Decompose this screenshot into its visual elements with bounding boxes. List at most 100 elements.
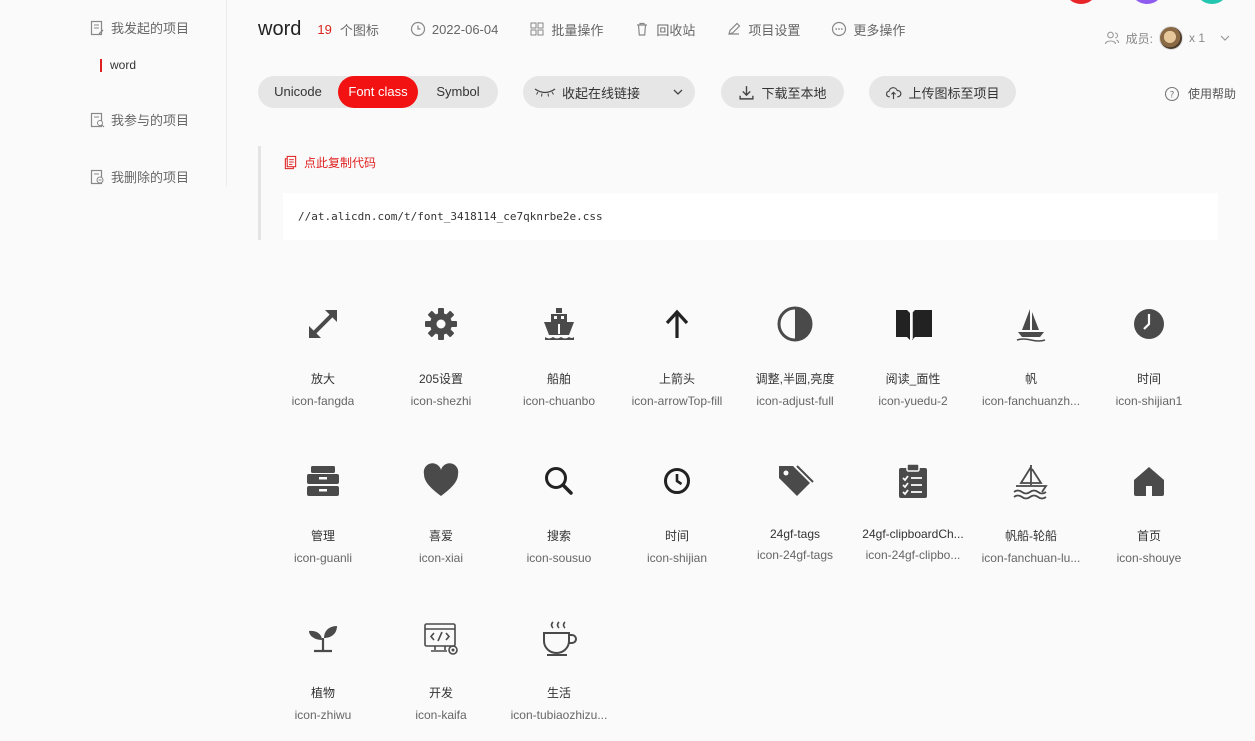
heart-icon [423, 463, 459, 496]
icon-name: 喜爱 [428, 529, 453, 543]
icon-card[interactable]: 船舶 icon-chuanbo [500, 296, 618, 453]
icon-class: icon-kaifa [415, 708, 467, 722]
icon-name: 阅读_面性 [885, 372, 941, 386]
icon-class: icon-shijian1 [1115, 394, 1183, 408]
chevron-down-icon [673, 89, 683, 95]
help-label: 使用帮助 [1187, 87, 1236, 101]
decor-circle-purple [1132, 0, 1162, 4]
book-icon [896, 310, 932, 340]
icon-card[interactable]: 管理 icon-guanli [264, 453, 382, 610]
icon-grid: 放大 icon-fangda 205设置 icon-shezhi 船舶 icon… [264, 296, 1208, 741]
css-link-code[interactable]: //at.alicdn.com/t/font_3418114_ce7qknrbe… [283, 193, 1218, 240]
clock-filled-icon [1134, 309, 1164, 339]
icon-class: icon-shijian [646, 551, 708, 565]
icon-card[interactable]: 调整,半圆,亮度 icon-adjust-full [736, 296, 854, 453]
document-search-icon [90, 112, 105, 127]
icon-card[interactable]: 上箭头 icon-arrowTop-fill [618, 296, 736, 453]
icon-class: icon-zhiwu [294, 708, 352, 722]
icon-class: icon-yuedu-2 [878, 394, 948, 408]
icon-card[interactable]: 放大 icon-fangda [264, 296, 382, 453]
icon-class: icon-shezhi [410, 394, 472, 408]
search-icon [545, 467, 573, 495]
icon-card[interactable]: 帆 icon-fanchuanzh... [972, 296, 1090, 453]
download-icon [739, 85, 755, 100]
icon-class: icon-chuanbo [522, 394, 596, 408]
created-date: 2022-06-04 [410, 21, 498, 37]
icon-name: 时间 [1136, 372, 1161, 386]
icon-count-label: 个图标 [339, 22, 379, 38]
icon-class: icon-arrowTop-fill [631, 394, 723, 408]
sailboat-icon [1016, 309, 1046, 342]
icon-class: icon-tubiaozhizu... [510, 708, 608, 722]
tab-symbol[interactable]: Symbol [418, 76, 498, 108]
clock-outline-icon [664, 468, 690, 494]
settings-button[interactable]: 项目设置 [726, 20, 800, 39]
help-link[interactable]: ? 使用帮助 [1164, 85, 1236, 102]
sidebar-item-deleted-projects[interactable]: 我删除的项目 [89, 167, 189, 186]
sidebar-item-label: 我参与的项目 [111, 113, 190, 128]
format-tabs: Unicode Font class Symbol [258, 76, 498, 108]
decor-circle-teal [1197, 0, 1227, 4]
icon-class: icon-24gf-clipbo... [865, 548, 961, 562]
pencil-icon [728, 22, 741, 35]
batch-button[interactable]: 批量操作 [529, 20, 603, 39]
document-edit-icon [90, 20, 104, 35]
recycle-label: 回收站 [656, 22, 696, 38]
icon-name: 生活 [546, 686, 571, 700]
icon-card[interactable]: 205设置 icon-shezhi [382, 296, 500, 453]
tab-font-class[interactable]: Font class [338, 76, 418, 108]
member-label: 成员: [1125, 31, 1153, 46]
icon-class: icon-adjust-full [756, 394, 834, 408]
active-indicator [100, 58, 102, 72]
batch-label: 批量操作 [551, 22, 604, 38]
upload-button[interactable]: 上传图标至项目 [869, 76, 1016, 108]
tab-unicode[interactable]: Unicode [258, 76, 338, 108]
icon-class: icon-fanchuan-lu... [981, 551, 1081, 565]
icon-card[interactable]: 喜爱 icon-xiai [382, 453, 500, 610]
icon-card[interactable]: 24gf-clipboardCh... icon-24gf-clipbo... [854, 453, 972, 610]
icon-class: icon-24gf-tags [756, 548, 834, 562]
gear-icon [425, 308, 457, 340]
icon-name: 调整,半圆,亮度 [755, 372, 835, 386]
icon-class: icon-fangda [291, 394, 355, 408]
tag-icon [779, 465, 814, 496]
more-button[interactable]: 更多操作 [831, 20, 905, 39]
icon-card[interactable]: 时间 icon-shijian1 [1090, 296, 1208, 453]
download-button[interactable]: 下载至本地 [721, 76, 844, 108]
icon-name: 管理 [310, 529, 335, 543]
sidebar-item-my-projects[interactable]: 我发起的项目 [89, 18, 189, 37]
icon-card[interactable]: 植物 icon-zhiwu [264, 610, 382, 741]
recycle-button[interactable]: 回收站 [634, 20, 695, 39]
icon-name: 植物 [310, 686, 335, 700]
upload-label: 上传图标至项目 [908, 85, 1000, 101]
icon-card[interactable]: 24gf-tags icon-24gf-tags [736, 453, 854, 610]
icon-card[interactable]: 搜索 icon-sousuo [500, 453, 618, 610]
member-count: x 1 [1188, 31, 1205, 45]
icon-card[interactable]: 首页 icon-shouye [1090, 453, 1208, 610]
ship-icon [544, 308, 574, 340]
document-delete-icon [90, 169, 104, 184]
sidebar-item-joined-projects[interactable]: 我参与的项目 [89, 110, 189, 129]
expand-arrows-icon [309, 310, 337, 338]
more-icon [832, 21, 847, 37]
home-icon [1134, 467, 1164, 496]
clock-icon [410, 21, 425, 37]
sidebar: 我发起的项目 word 我参与的项目 我删除的项目 [0, 0, 227, 187]
icon-card[interactable]: 时间 icon-shijian [618, 453, 736, 610]
icon-card[interactable]: 开发 icon-kaifa [382, 610, 500, 741]
settings-label: 项目设置 [748, 22, 801, 38]
icon-name: 船舶 [546, 372, 571, 386]
icon-card[interactable]: 阅读_面性 icon-yuedu-2 [854, 296, 972, 453]
copy-code-button[interactable]: 点此复制代码 [283, 154, 376, 171]
collapse-link-button[interactable]: 收起在线链接 [523, 76, 695, 108]
icon-name: 帆 [1024, 372, 1037, 386]
member-dropdown[interactable]: 成员: x 1 [1104, 26, 1231, 50]
icon-name: 上箭头 [658, 372, 695, 386]
sidebar-item-word[interactable]: word [100, 58, 136, 72]
icon-card[interactable]: 生活 icon-tubiaozhizu... [500, 610, 618, 741]
icon-name: 时间 [664, 529, 689, 543]
icon-name: 搜索 [546, 529, 571, 543]
icon-card[interactable]: 帆船-轮船 icon-fanchuan-lu... [972, 453, 1090, 610]
icon-class: icon-xiai [418, 551, 463, 565]
icon-name: 205设置 [418, 372, 464, 386]
